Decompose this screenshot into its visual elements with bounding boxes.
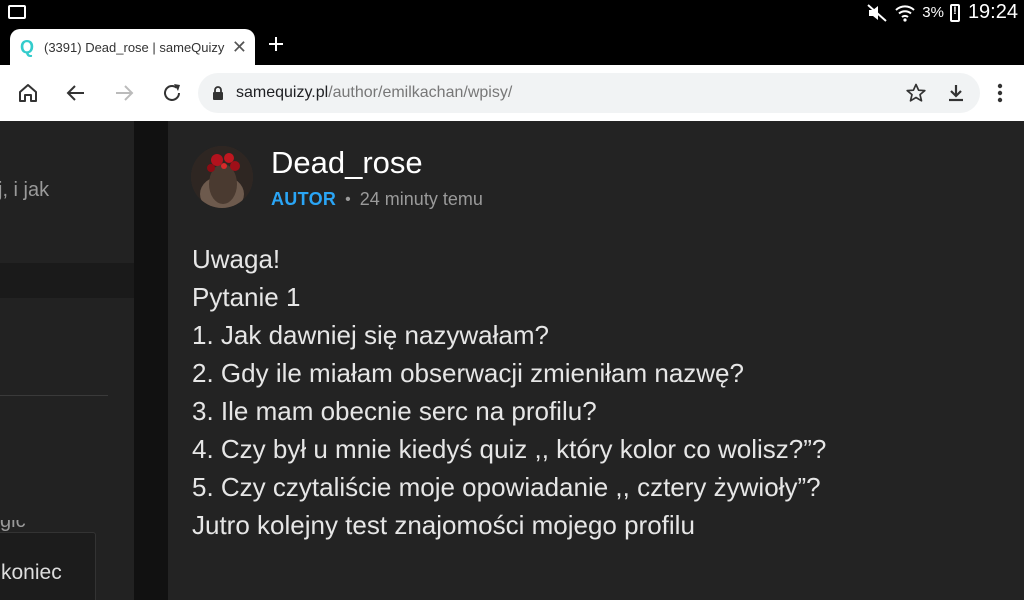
battery-percent: 3%: [922, 4, 944, 21]
favicon-icon: Q: [20, 37, 35, 57]
lock-icon: [213, 86, 223, 100]
forward-button[interactable]: [110, 79, 138, 107]
forward-icon: [116, 85, 134, 101]
menu-button[interactable]: [986, 79, 1014, 107]
post-line: 1. Jak dawniej się nazywałam?: [192, 320, 549, 350]
url-path: /author/emilkachan/wpisy/: [328, 84, 513, 101]
post-line: 2. Gdy ile miałam obserwacji zmieniłam n…: [192, 358, 744, 388]
post-time: 24 minuty temu: [359, 189, 483, 209]
home-icon: [19, 84, 37, 102]
url-host: samequizy.pl: [236, 84, 329, 101]
gallery-icon: [8, 5, 26, 19]
address-bar[interactable]: samequizy.pl/author/emilkachan/wpisy/: [198, 73, 980, 113]
popup-text: koniec: [1, 561, 62, 584]
tab-title: (3391) Dead_rose | sameQuizy: [44, 39, 225, 55]
post-line: Pytanie 1: [192, 282, 301, 312]
tab-active[interactable]: Q (3391) Dead_rose | sameQuizy ✕: [10, 29, 255, 65]
new-tab-button[interactable]: [268, 33, 284, 57]
star-icon: [906, 83, 926, 102]
post-meta: AUTOR • 24 minuty temu: [271, 189, 483, 210]
more-vert-icon: [997, 83, 1003, 103]
role-badge: AUTOR: [271, 189, 337, 209]
post-card: Dead_rose AUTOR • 24 minuty temu Uwaga! …: [168, 121, 1024, 600]
download-button[interactable]: [944, 81, 968, 105]
post-line: Uwaga!: [192, 244, 281, 274]
post-body: Uwaga! Pytanie 1 1. Jak dawniej się nazy…: [192, 240, 826, 544]
page-content: j, i jak gic koniec Dead_rose AUTOR • 24…: [0, 121, 1024, 600]
url-text[interactable]: samequizy.pl/author/emilkachan/wpisy/: [236, 84, 888, 102]
post-line: 4. Czy był u mnie kiedyś quiz ,, który k…: [192, 434, 827, 464]
status-bar: 3% 19:24: [0, 0, 1024, 25]
avatar[interactable]: [191, 146, 253, 208]
column-gutter: [134, 121, 168, 600]
download-icon: [949, 85, 963, 102]
post-line: Jutro kolejny test znajomości mojego pro…: [192, 510, 695, 540]
reload-icon: [164, 84, 180, 101]
reload-button[interactable]: [158, 79, 186, 107]
close-icon[interactable]: ✕: [232, 37, 247, 58]
tab-strip: Q (3391) Dead_rose | sameQuizy ✕: [0, 25, 1024, 65]
status-icons: 3% 19:24: [866, 1, 1018, 24]
author-name[interactable]: Dead_rose: [271, 145, 423, 181]
sidebar-snippet: j, i jak: [0, 179, 50, 201]
wifi-icon: [894, 3, 916, 23]
sidebar-card-2: gic koniec: [0, 298, 134, 600]
bookmark-star-button[interactable]: [904, 81, 928, 105]
plus-icon: [269, 37, 283, 51]
left-column: j, i jak gic koniec: [0, 121, 134, 600]
browser-toolbar: samequizy.pl/author/emilkachan/wpisy/: [0, 65, 1024, 121]
meta-separator: •: [345, 190, 351, 208]
clock: 19:24: [967, 1, 1018, 23]
back-button[interactable]: [62, 79, 90, 107]
sidebar-popup[interactable]: koniec: [0, 532, 96, 600]
post-line: 3. Ile mam obecnie serc na profilu?: [192, 396, 597, 426]
post-line: 5. Czy czytaliście moje opowiadanie ,, c…: [192, 472, 821, 502]
back-icon: [66, 85, 84, 101]
divider: [0, 395, 108, 396]
sidebar-separator: [0, 263, 134, 298]
battery-icon: [949, 3, 960, 22]
avatar-image: [191, 146, 253, 208]
sidebar-card[interactable]: j, i jak: [0, 121, 134, 263]
home-button[interactable]: [14, 79, 42, 107]
mute-icon: [866, 3, 888, 23]
